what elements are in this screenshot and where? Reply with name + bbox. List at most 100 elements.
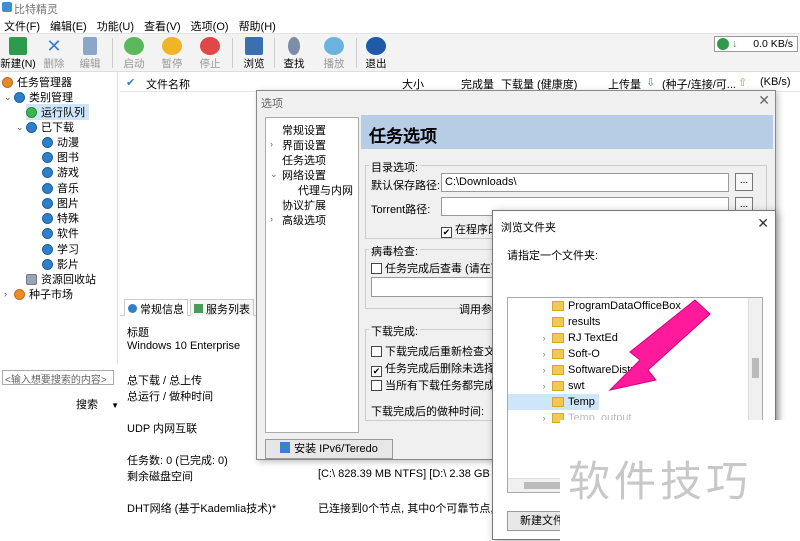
finish-group-label: 下载完成: (369, 323, 421, 339)
down-arrow-icon: ⇩ (646, 77, 656, 89)
tree-root[interactable]: 任务管理器 (2, 74, 72, 90)
browse-button[interactable]: 浏览 (236, 36, 272, 70)
trash-icon (26, 273, 37, 285)
tree-item[interactable]: 音乐 (42, 180, 79, 196)
chevron-right-icon[interactable]: › (270, 214, 273, 224)
play-icon (124, 37, 144, 55)
chevron-right-icon[interactable]: › (538, 381, 550, 391)
checkbox-icon (371, 263, 382, 274)
info-title-label: 标题 (127, 327, 149, 339)
folder-row[interactable]: › swt (508, 378, 585, 394)
chevron-right-icon[interactable]: › (538, 413, 550, 423)
folder-name: Soft-O (568, 348, 600, 360)
find-button[interactable]: 查找 (276, 36, 312, 70)
tree-seed-market-label: 种子市场 (29, 289, 73, 301)
menu-file[interactable]: 文件(F) (0, 16, 46, 33)
chevron-down-icon[interactable]: ⌄ (270, 169, 278, 180)
column-filename[interactable]: 文件名称 (146, 76, 190, 92)
stop-button[interactable]: 停止 (192, 36, 228, 70)
nav-advanced[interactable]: 高级选项 (282, 212, 326, 228)
edit-button[interactable]: 编辑 (72, 36, 108, 70)
pause-button[interactable]: 暂停 (154, 36, 190, 70)
tree-item-label: 影片 (57, 259, 79, 271)
tree-item[interactable]: 图片 (42, 195, 79, 211)
menu-view[interactable]: 查看(V) (140, 16, 187, 33)
tree-running-queue[interactable]: 运行队列 (26, 104, 89, 120)
info-total: 总下载 / 总上传 (127, 375, 203, 387)
nav-interface[interactable]: 界面设置 (282, 137, 326, 153)
nav-proxy[interactable]: 代理与内网 (298, 182, 353, 198)
tree-item[interactable]: 图书 (42, 149, 79, 165)
menu-bar: 文件(F) 编辑(E) 功能(U) 查看(V) 选项(O) 帮助(H) (0, 16, 800, 34)
tree-item[interactable]: 学习 (42, 241, 79, 257)
close-icon[interactable]: ✕ (758, 92, 770, 109)
scrollbar-thumb[interactable] (752, 358, 759, 378)
chevron-right-icon[interactable]: › (538, 349, 550, 359)
search-input[interactable]: <输入想要搜索的内容> (2, 370, 114, 386)
tab-service-list[interactable]: 服务列表 (190, 299, 254, 316)
nav-general[interactable]: 常规设置 (282, 122, 326, 138)
up-arrow-icon: ⇧ (738, 77, 748, 89)
download-arrow-icon: ↓ (732, 38, 738, 50)
watermark-text: 软件技巧 (568, 457, 753, 506)
toolbar-separator (356, 38, 357, 68)
tree-recycle[interactable]: 资源回收站 (26, 271, 96, 287)
nav-protocol[interactable]: 协议扩展 (282, 197, 326, 213)
default-path-input[interactable]: C:\Downloads\ (441, 173, 729, 192)
category-icon (14, 91, 25, 103)
toolbar: 新建(N) ✕ 删除 编辑 启动 暂停 停止 浏览 查找 播放 退出 (0, 34, 800, 72)
monitor-icon (245, 37, 263, 55)
start-button[interactable]: 启动 (116, 36, 152, 70)
tree-running-label: 运行队列 (41, 107, 85, 119)
folder-row[interactable]: › Soft-O (508, 346, 600, 362)
toolbar-separator (112, 38, 113, 68)
install-ipv6-button[interactable]: 安装 IPv6/Teredo (265, 439, 393, 459)
check-column-icon[interactable]: ✔ (126, 76, 135, 89)
folder-row[interactable]: results (508, 314, 600, 330)
menu-options[interactable]: 选项(O) (187, 16, 235, 33)
menu-function[interactable]: 功能(U) (93, 16, 140, 33)
media-icon (324, 37, 344, 55)
exit-button[interactable]: 退出 (358, 36, 394, 70)
column-speed[interactable]: (KB/s) (760, 76, 791, 88)
call-param-label: 调用参 (459, 304, 492, 316)
chevron-right-icon[interactable]: › (538, 365, 550, 375)
folder-row-selected[interactable]: Temp (508, 394, 599, 410)
app-title: 比特精灵 (14, 4, 58, 16)
chevron-down-icon: ⌄ (16, 121, 24, 132)
tree-item[interactable]: 影片 (42, 256, 79, 272)
info-dht: DHT网络 (基于Kademlia技术)* (127, 503, 277, 515)
dir-group-label: 目录选项: (369, 159, 421, 175)
tree-item-label: 软件 (57, 228, 79, 240)
nav-network[interactable]: 网络设置 (282, 167, 326, 183)
delete-button[interactable]: ✕ 删除 (36, 36, 72, 70)
title-bar: 比特精灵 (0, 0, 800, 16)
program-dir-checkbox[interactable]: ✔ 在程序的 (441, 221, 499, 238)
tree-item[interactable]: 动漫 (42, 134, 79, 150)
speed-indicator: ↓ 0.0 KB/s (714, 36, 798, 52)
tree-seed-market[interactable]: › 种子市场 (4, 286, 73, 302)
tree-downloaded[interactable]: ⌄ 已下载 (16, 119, 74, 135)
menu-edit[interactable]: 编辑(E) (46, 16, 93, 33)
chevron-right-icon[interactable]: › (538, 333, 550, 343)
annotation-arrow-icon (608, 299, 711, 391)
new-button[interactable]: 新建(N) (0, 36, 36, 70)
tree-category[interactable]: ⌄ 类别管理 (4, 89, 73, 105)
tree-item[interactable]: 软件 (42, 225, 79, 241)
task-list-header: ✔ 文件名称 大小 完成量 下载量 (健康度) 上传量 ⇩ (种子/连接/可..… (120, 72, 800, 92)
tree-item[interactable]: 游戏 (42, 164, 79, 180)
search-button[interactable]: 搜索 ▼ (76, 396, 119, 412)
tab-general-info-label: 常规信息 (140, 304, 184, 316)
browse-default-path-button[interactable]: ... (735, 173, 753, 191)
play-media-button[interactable]: 播放 (316, 36, 352, 70)
nav-task-options[interactable]: 任务选项 (282, 152, 326, 168)
tree-item[interactable]: 特殊 (42, 210, 79, 226)
close-icon[interactable]: ✕ (757, 215, 769, 232)
tab-general-info[interactable]: 常规信息 (124, 299, 188, 316)
info-tasks: 任务数: 0 (已完成: 0) (127, 455, 228, 467)
menu-help[interactable]: 帮助(H) (235, 16, 282, 33)
new-label: 新建(N) (0, 58, 36, 70)
chevron-right-icon[interactable]: › (270, 139, 273, 149)
antivirus-path-input[interactable] (371, 277, 497, 297)
browse-label: 浏览 (243, 58, 265, 70)
